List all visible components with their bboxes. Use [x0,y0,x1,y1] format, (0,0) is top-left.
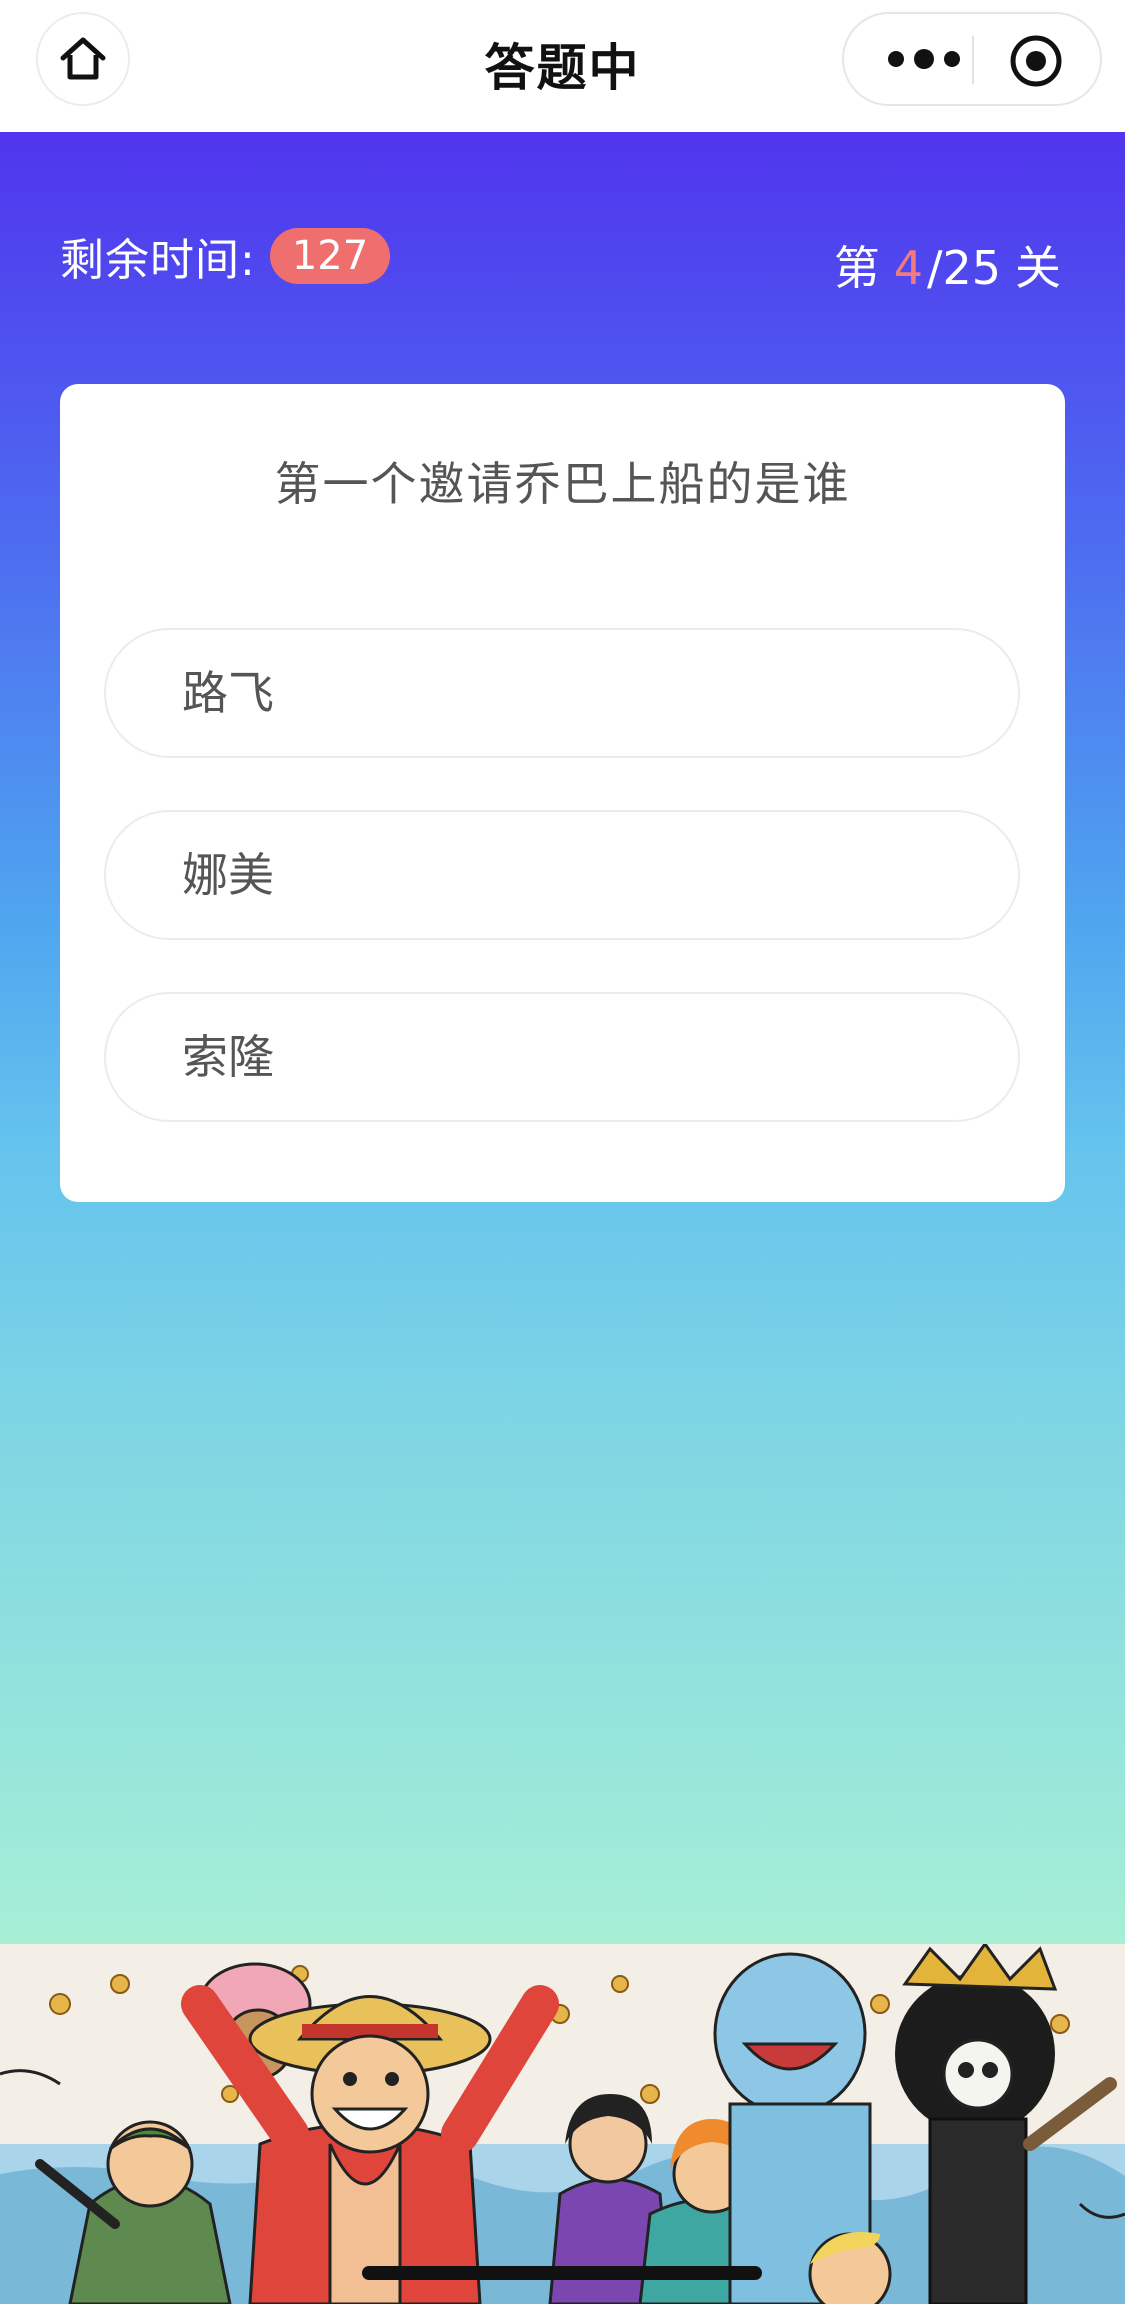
answer-option-label: 路飞 [182,666,274,720]
target-circle-icon[interactable] [1008,33,1064,89]
question-text: 第一个邀请乔巴上船的是谁 [274,457,851,511]
answer-option-1[interactable]: 路飞 [104,628,1020,758]
level-current: 4 [893,241,923,295]
timer-badge: 127 [269,228,391,284]
answer-option-2[interactable]: 娜美 [104,810,1020,940]
main-area: 剩余时间: 127 第 4/25 关 第一个邀请乔巴上船的是谁 路飞 娜美 索隆 [0,132,1125,1944]
crew-illustration [0,1944,1125,2304]
timer: 剩余时间: 127 [60,224,391,288]
banner-illustration [0,1944,1125,2304]
answer-option-3[interactable]: 索隆 [104,992,1020,1122]
level-prefix: 第 [833,241,880,295]
question-card: 第一个邀请乔巴上船的是谁 路飞 娜美 索隆 [60,384,1065,1202]
navigation-bar: 答题中 [0,0,1125,132]
level-total: /25 [926,241,1001,295]
capsule-menu [842,12,1102,106]
level-suffix: 关 [1015,241,1061,295]
answer-option-label: 娜美 [182,848,274,902]
answer-option-label: 索隆 [182,1030,274,1084]
level-indicator: 第 4/25 关 [834,232,1061,298]
capsule-divider [972,36,974,84]
home-indicator[interactable] [362,2266,762,2280]
timer-label: 剩余时间: [60,235,256,286]
more-dots-icon[interactable] [884,44,964,74]
quiz-page: 答题中 剩余时间: 127 第 4/25 关 第一个邀请乔巴上船的是谁 路飞 娜… [0,0,1125,2304]
